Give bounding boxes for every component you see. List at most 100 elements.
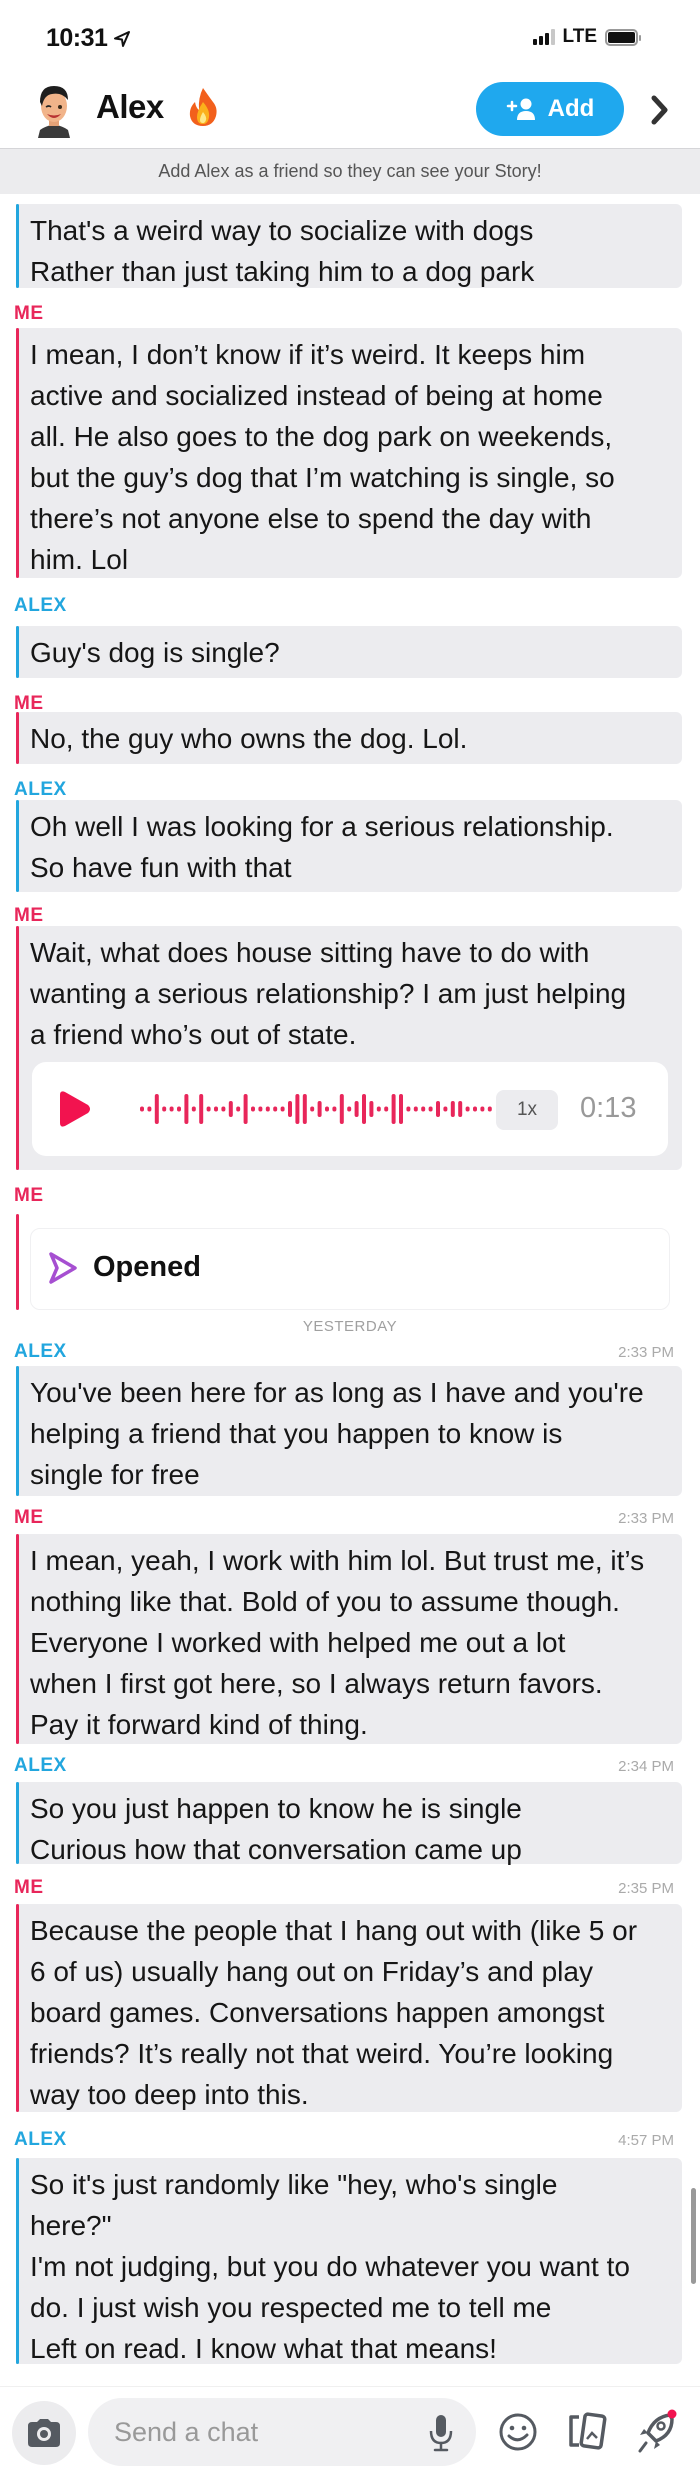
add-friend-banner: Add Alex as a friend so they can see you… — [0, 148, 700, 194]
waveform-bar — [450, 1101, 455, 1117]
message-line: Curious how that conversation came up — [30, 1834, 522, 1865]
waveform-bar — [206, 1106, 211, 1112]
sender-label: ALEX — [14, 1755, 67, 1776]
message-header: ALEX — [14, 594, 674, 618]
play-icon[interactable] — [56, 1090, 92, 1128]
message-timestamp: 2:35 PM — [618, 1879, 674, 1897]
waveform-bar — [384, 1106, 389, 1112]
message-line: No, the guy who owns the dog. Lol. — [30, 723, 468, 754]
waveform-bar — [473, 1106, 477, 1112]
message-bubble: Guy's dog is single? — [16, 626, 682, 678]
message-line: 6 of us) usually hang out on Friday’s an… — [30, 1956, 593, 1987]
waveform-bar — [140, 1106, 144, 1112]
add-friend-button[interactable]: Add — [476, 82, 624, 136]
scrollbar[interactable] — [691, 2188, 696, 2284]
waveform-bar — [391, 1094, 396, 1124]
message-line: Pay it forward kind of thing. — [30, 1709, 368, 1740]
waveform-bar — [421, 1106, 426, 1112]
waveform-bar — [487, 1106, 492, 1112]
waveform-bar — [339, 1094, 344, 1124]
voice-note[interactable]: 1x 0:13 — [32, 1062, 668, 1156]
smiley-icon — [499, 2413, 537, 2451]
banner-text: Add Alex as a friend so they can see you… — [158, 161, 542, 181]
location-arrow-icon — [114, 30, 131, 47]
message-line: Rather than just taking him to a dog par… — [30, 256, 535, 287]
message-line: when I first got here, so I always retur… — [30, 1668, 603, 1699]
waveform-bar — [236, 1106, 241, 1112]
waveform-bar — [443, 1106, 448, 1112]
message-header: ALEX 2:34 PM — [14, 1754, 674, 1778]
waveform-bar — [295, 1094, 300, 1124]
status-time: 10:31 — [46, 24, 131, 53]
message-line: That's a weird way to socialize with dog… — [30, 215, 534, 246]
message-line: active and socialized instead of being a… — [30, 380, 603, 411]
waveform-bar — [458, 1101, 463, 1117]
message-line: nothing like that. Bold of you to assume… — [30, 1586, 620, 1617]
waveform-bar — [251, 1106, 255, 1112]
message-line: a friend who’s out of state. — [30, 1019, 357, 1050]
message-header: ME — [14, 1184, 674, 1208]
message-header: ME 2:33 PM — [14, 1506, 674, 1530]
waveform-bar — [280, 1106, 285, 1112]
waveform-bar — [228, 1101, 233, 1117]
message-timestamp: 2:34 PM — [618, 1757, 674, 1775]
waveform-bar — [221, 1106, 226, 1112]
add-friend-icon — [506, 98, 535, 120]
message-line: Everyone I worked with helped me out a l… — [30, 1627, 566, 1658]
message-line: I'm not judging, but you do whatever you… — [30, 2251, 630, 2282]
games-button[interactable] — [634, 2409, 678, 2455]
opened-status-text: Opened — [93, 1251, 201, 1283]
sticker-button[interactable] — [496, 2409, 540, 2455]
waveform-bar — [362, 1094, 366, 1124]
waveform-bar — [325, 1106, 329, 1112]
sender-label: ME — [14, 1507, 44, 1528]
waveform-bar — [288, 1101, 292, 1117]
message-bubble: So you just happen to know he is single … — [16, 1782, 682, 1865]
waveform-bar — [406, 1106, 411, 1112]
audio-waveform[interactable] — [138, 1086, 500, 1132]
message-line: him. Lol — [30, 544, 129, 575]
contact-name[interactable]: Alex — [96, 88, 164, 126]
message-timestamp: 2:33 PM — [618, 1509, 674, 1527]
waveform-bar — [162, 1106, 167, 1112]
message-line: wanting a serious relationship? I am jus… — [30, 978, 627, 1009]
chat-header: Alex Add — [0, 76, 700, 148]
waveform-bar — [413, 1106, 418, 1112]
camera-button[interactable] — [12, 2401, 76, 2465]
message-line: here?" — [30, 2210, 112, 2241]
message-line: do. I just wish you respected me to tell… — [30, 2292, 552, 2323]
sender-label: ME — [14, 1877, 44, 1898]
add-button-label: Add — [547, 95, 595, 122]
waveform-bar — [347, 1106, 352, 1112]
network-label: LTE — [562, 26, 597, 47]
notification-dot — [667, 2409, 677, 2419]
bitmoji-avatar[interactable] — [34, 80, 74, 138]
waveform-bar — [177, 1106, 181, 1112]
waveform-bar — [369, 1101, 374, 1117]
waveform-bar — [243, 1094, 248, 1124]
message-line: way too deep into this. — [30, 2079, 309, 2110]
message-line: Because the people that I hang out with … — [30, 1915, 638, 1946]
waveform-bar — [332, 1106, 337, 1112]
message-bubble: You've been here for as long as I have a… — [16, 1366, 682, 1496]
message-accent-bar — [16, 1214, 19, 1310]
battery-icon — [605, 28, 641, 46]
fire-emoji-icon — [189, 88, 217, 126]
microphone-icon[interactable] — [428, 2413, 454, 2453]
waveform-bar — [317, 1101, 322, 1117]
waveform-bar — [265, 1106, 270, 1112]
chevron-right-icon[interactable] — [650, 94, 670, 126]
message-bubble: Wait, what does house sitting have to do… — [16, 926, 682, 1170]
waveform-bar — [214, 1106, 218, 1112]
waveform-bar — [154, 1094, 159, 1124]
chat-input[interactable] — [88, 2398, 476, 2466]
playback-speed-button[interactable]: 1x — [496, 1090, 558, 1130]
clock-text: 10:31 — [46, 24, 108, 52]
memories-button[interactable] — [566, 2409, 610, 2455]
sender-label: ME — [14, 1185, 44, 1206]
opened-status-card[interactable]: Opened — [30, 1228, 670, 1310]
waveform-bar — [354, 1101, 359, 1117]
message-bubble: I mean, I don’t know if it’s weird. It k… — [16, 328, 682, 578]
message-header: ALEX — [14, 778, 674, 802]
waveform-bar — [376, 1106, 381, 1112]
